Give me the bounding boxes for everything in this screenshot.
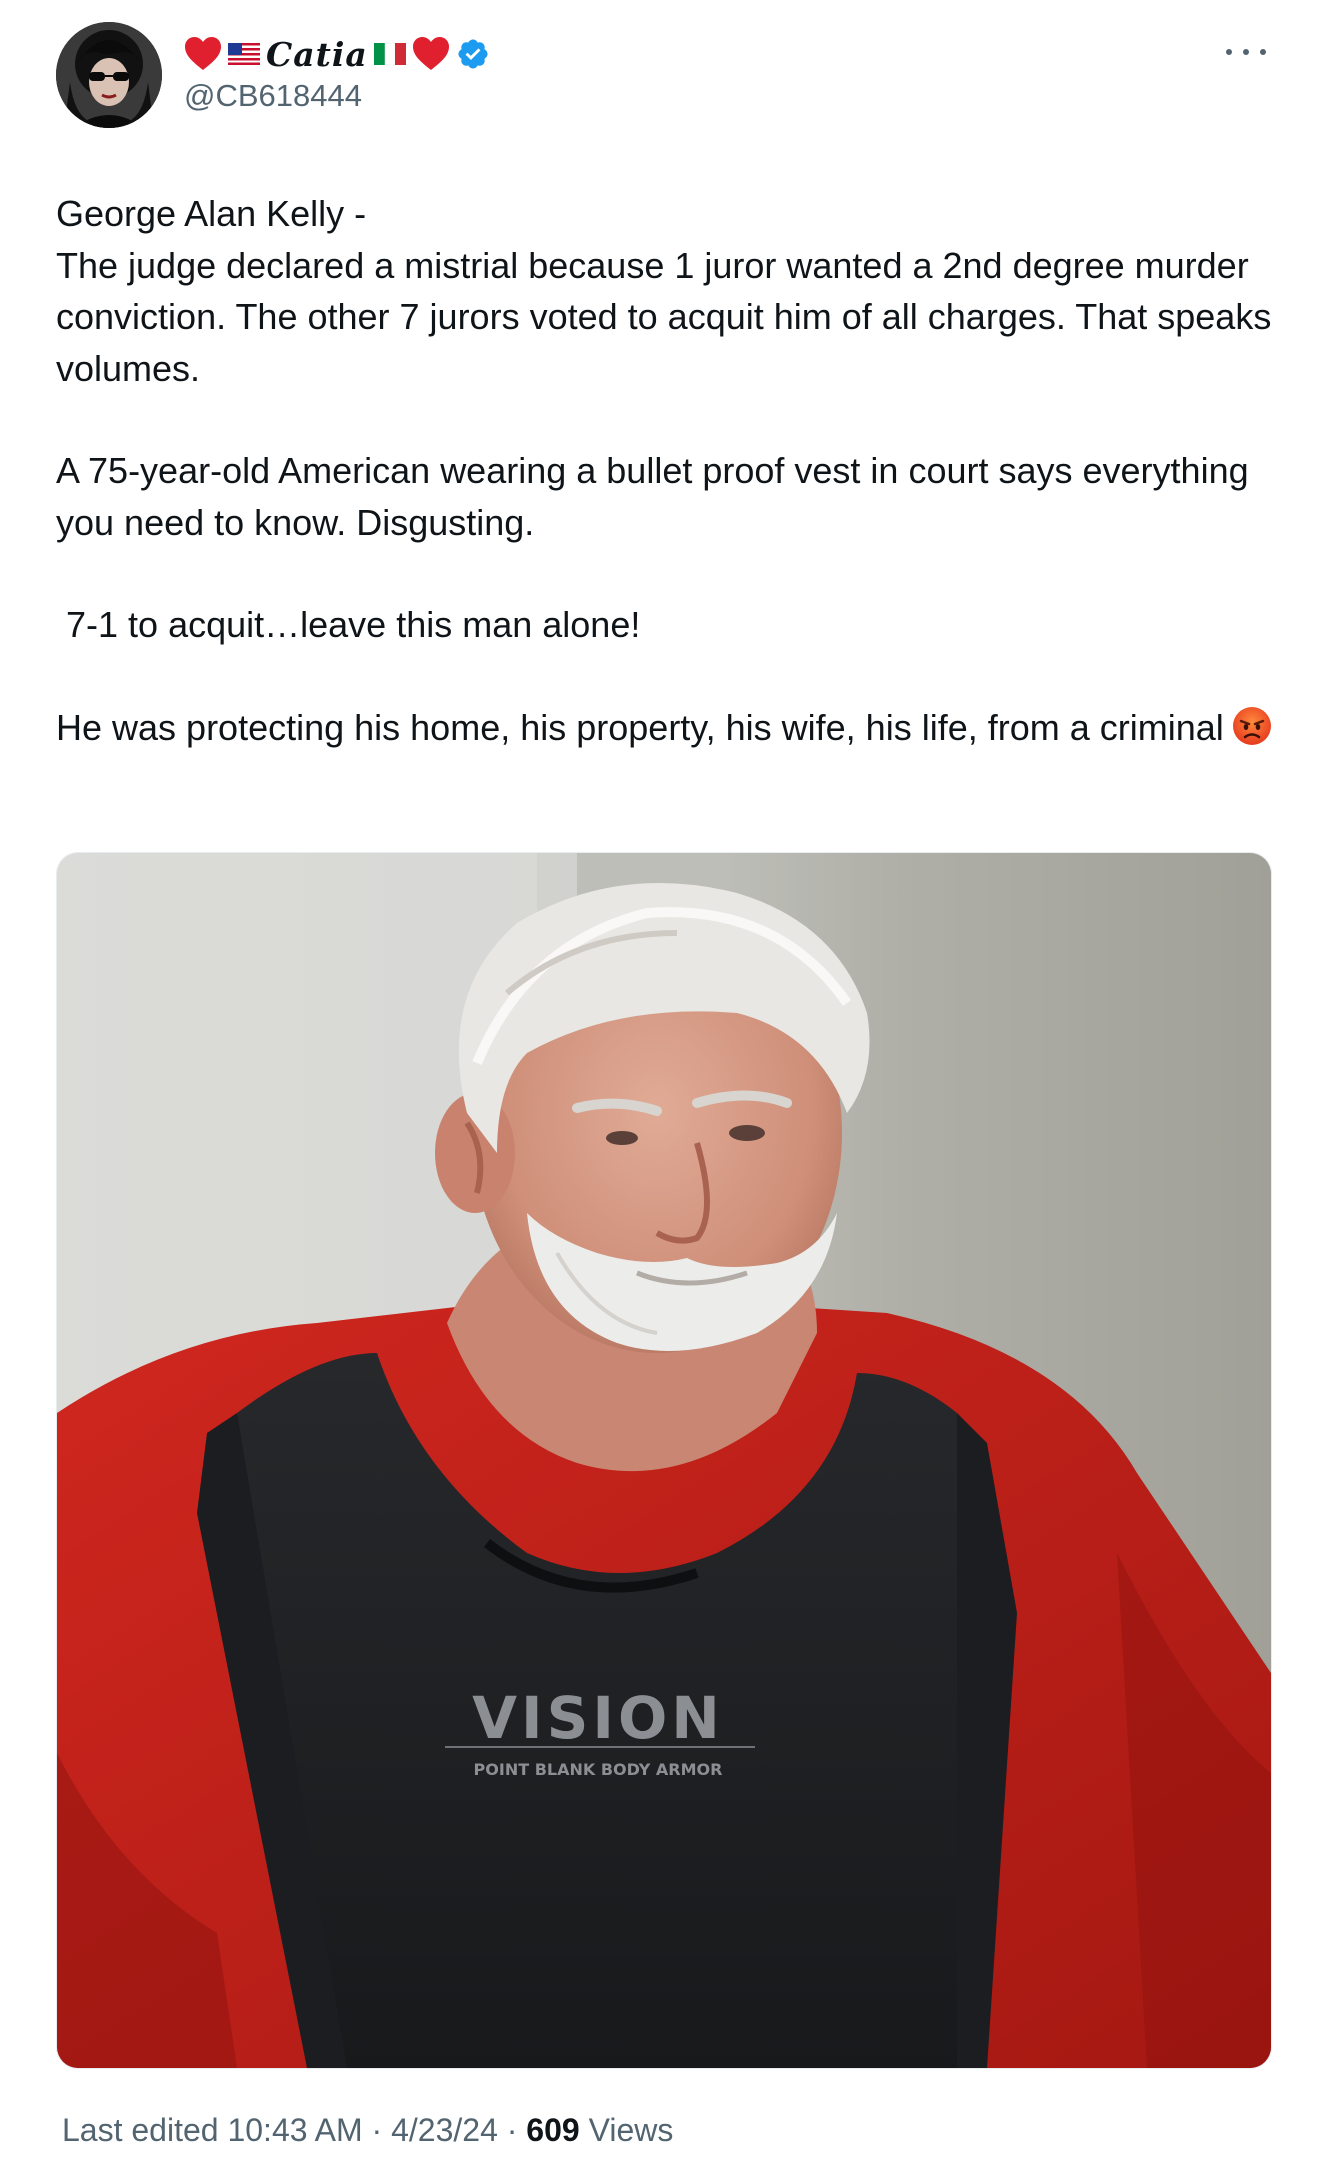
vest-brand-label: VISION — [472, 1684, 724, 1752]
tweet-paragraph: George Alan Kelly - The judge declared a… — [56, 193, 1272, 389]
heart-icon — [412, 36, 450, 72]
edit-history-link[interactable]: Last edited 10:43 AM — [62, 2112, 363, 2148]
tweet-paragraph: 7-1 to acquit…leave this man alone! — [56, 604, 641, 645]
avatar-image — [56, 22, 162, 128]
verified-badge-icon[interactable] — [456, 37, 490, 71]
tweet-paragraph: A 75-year-old American wearing a bullet … — [56, 450, 1259, 543]
tweet-time: 10:43 AM — [227, 2112, 363, 2148]
separator-dot: · — [371, 2112, 383, 2148]
tweet-paragraph-last: He was protecting his home, his property… — [56, 702, 1276, 760]
separator-dot: · — [506, 2112, 518, 2148]
more-options-button[interactable] — [1226, 40, 1266, 64]
more-icon — [1243, 49, 1249, 55]
tweet: Catia @CB618444 George Alan Kelly - The … — [0, 0, 1327, 2179]
avatar[interactable] — [56, 22, 162, 128]
views-stat[interactable]: 609 Views — [526, 2112, 673, 2148]
more-icon — [1226, 49, 1232, 55]
display-name: Catia — [266, 34, 368, 74]
edited-label: Last edited — [62, 2112, 219, 2148]
us-flag-icon — [228, 43, 260, 65]
author-name-row[interactable]: Catia — [184, 32, 490, 76]
more-icon — [1260, 49, 1266, 55]
photo-man-in-vest: VISION POINT BLANK BODY ARMOR — [57, 853, 1271, 2068]
heart-icon — [184, 36, 222, 72]
angry-face-icon — [1232, 706, 1272, 760]
tweet-text: George Alan Kelly - The judge declared a… — [56, 188, 1276, 759]
author-handle[interactable]: @CB618444 — [184, 78, 362, 114]
tweet-paragraph: He was protecting his home, his property… — [56, 706, 1224, 748]
views-label: Views — [588, 2112, 674, 2148]
tweet-photo[interactable]: VISION POINT BLANK BODY ARMOR — [56, 852, 1272, 2069]
tweet-date: 4/23/24 — [391, 2112, 498, 2148]
italy-flag-icon — [373, 43, 406, 65]
tweet-meta: Last edited 10:43 AM · 4/23/24 · 609 Vie… — [62, 2112, 673, 2149]
vest-subtitle-label: POINT BLANK BODY ARMOR — [474, 1760, 723, 1779]
tweet-date-link[interactable]: 4/23/24 — [391, 2112, 498, 2148]
views-count: 609 — [526, 2112, 580, 2148]
